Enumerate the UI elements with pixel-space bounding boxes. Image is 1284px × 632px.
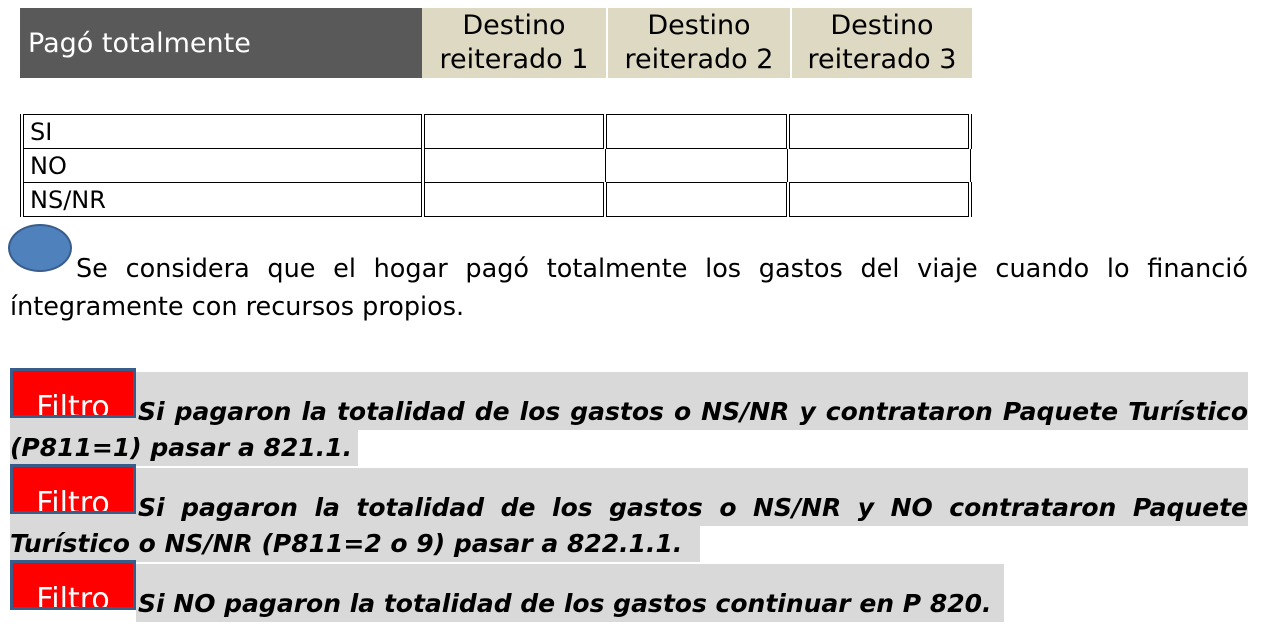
answer-cell-destino-2[interactable] (603, 182, 789, 217)
answer-label: SI (20, 114, 425, 149)
answer-row-si: SI (20, 114, 973, 149)
answer-cell-destino-1[interactable] (422, 148, 606, 183)
answer-cell-destino-3[interactable] (785, 182, 973, 217)
filter-badge: Filtro (10, 560, 136, 610)
answer-label: NS/NR (20, 182, 425, 217)
column-header-destino-1: Destino reiterado 1 (422, 8, 606, 78)
answer-row-no: NO (20, 148, 971, 183)
definition-note: Se considera que el hogar pagó totalment… (10, 250, 1248, 326)
answer-cell-destino-3[interactable] (787, 148, 971, 183)
filter-text-2: Si pagaron la totalidad de los gastos o … (10, 493, 1248, 558)
column-header-destino-3: Destino reiterado 3 (790, 8, 972, 78)
answer-cell-destino-1[interactable] (420, 114, 606, 149)
answer-label: NO (20, 148, 425, 183)
answer-cell-destino-2[interactable] (603, 114, 789, 149)
answer-grid: SI NO NS/NR (20, 114, 973, 217)
answer-cell-destino-2[interactable] (604, 148, 789, 183)
filter-text-1: Si pagaron la totalidad de los gastos o … (10, 397, 1248, 462)
question-header: Pagó totalmente Destino reiterado 1 Dest… (20, 8, 972, 78)
note-text: Se considera que el hogar pagó totalment… (10, 254, 1248, 322)
column-header-destino-2: Destino reiterado 2 (606, 8, 790, 78)
question-title: Pagó totalmente (20, 8, 422, 78)
answer-cell-destino-3[interactable] (785, 114, 973, 149)
answer-row-nsnr: NS/NR (20, 182, 973, 217)
answer-cell-destino-1[interactable] (420, 182, 606, 217)
filter-text-3: Si NO pagaron la totalidad de los gastos… (138, 589, 992, 618)
